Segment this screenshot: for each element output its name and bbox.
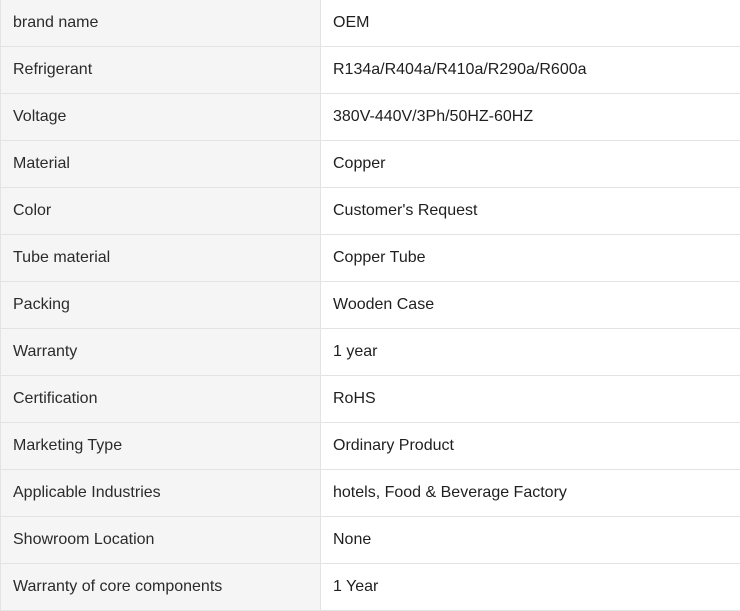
spec-label: Certification xyxy=(0,375,321,423)
spec-label: Color xyxy=(0,187,321,235)
table-row: Voltage 380V-440V/3Ph/50HZ-60HZ xyxy=(0,93,740,141)
table-row: Packing Wooden Case xyxy=(0,281,740,329)
spec-value: 1 Year xyxy=(320,563,740,611)
spec-value: Customer's Request xyxy=(320,187,740,235)
spec-label: Warranty xyxy=(0,328,321,376)
spec-value: RoHS xyxy=(320,375,740,423)
table-row: Certification RoHS xyxy=(0,375,740,423)
spec-value: 1 year xyxy=(320,328,740,376)
spec-value: None xyxy=(320,516,740,564)
spec-value: Wooden Case xyxy=(320,281,740,329)
spec-value: Ordinary Product xyxy=(320,422,740,470)
spec-value: hotels, Food & Beverage Factory xyxy=(320,469,740,517)
table-row: Showroom Location None xyxy=(0,516,740,564)
spec-label: Warranty of core components xyxy=(0,563,321,611)
spec-value: R134a/R404a/R410a/R290a/R600a xyxy=(320,46,740,94)
table-row: Marketing Type Ordinary Product xyxy=(0,422,740,470)
table-row: Material Copper xyxy=(0,140,740,188)
spec-value: OEM xyxy=(320,0,740,47)
product-spec-table: brand name OEM Refrigerant R134a/R404a/R… xyxy=(0,0,740,611)
spec-value: Copper Tube xyxy=(320,234,740,282)
spec-label: Tube material xyxy=(0,234,321,282)
table-row: Refrigerant R134a/R404a/R410a/R290a/R600… xyxy=(0,46,740,94)
table-row: Color Customer's Request xyxy=(0,187,740,235)
spec-label: Showroom Location xyxy=(0,516,321,564)
table-row: Applicable Industries hotels, Food & Bev… xyxy=(0,469,740,517)
spec-table-body: brand name OEM Refrigerant R134a/R404a/R… xyxy=(0,0,740,611)
table-row: Tube material Copper Tube xyxy=(0,234,740,282)
spec-label: Applicable Industries xyxy=(0,469,321,517)
spec-label: Voltage xyxy=(0,93,321,141)
spec-value: 380V-440V/3Ph/50HZ-60HZ xyxy=(320,93,740,141)
table-row: brand name OEM xyxy=(0,0,740,47)
spec-label: Refrigerant xyxy=(0,46,321,94)
spec-label: Material xyxy=(0,140,321,188)
table-row: Warranty 1 year xyxy=(0,328,740,376)
table-row: Warranty of core components 1 Year xyxy=(0,563,740,611)
spec-label: brand name xyxy=(0,0,321,47)
spec-label: Marketing Type xyxy=(0,422,321,470)
spec-label: Packing xyxy=(0,281,321,329)
spec-value: Copper xyxy=(320,140,740,188)
